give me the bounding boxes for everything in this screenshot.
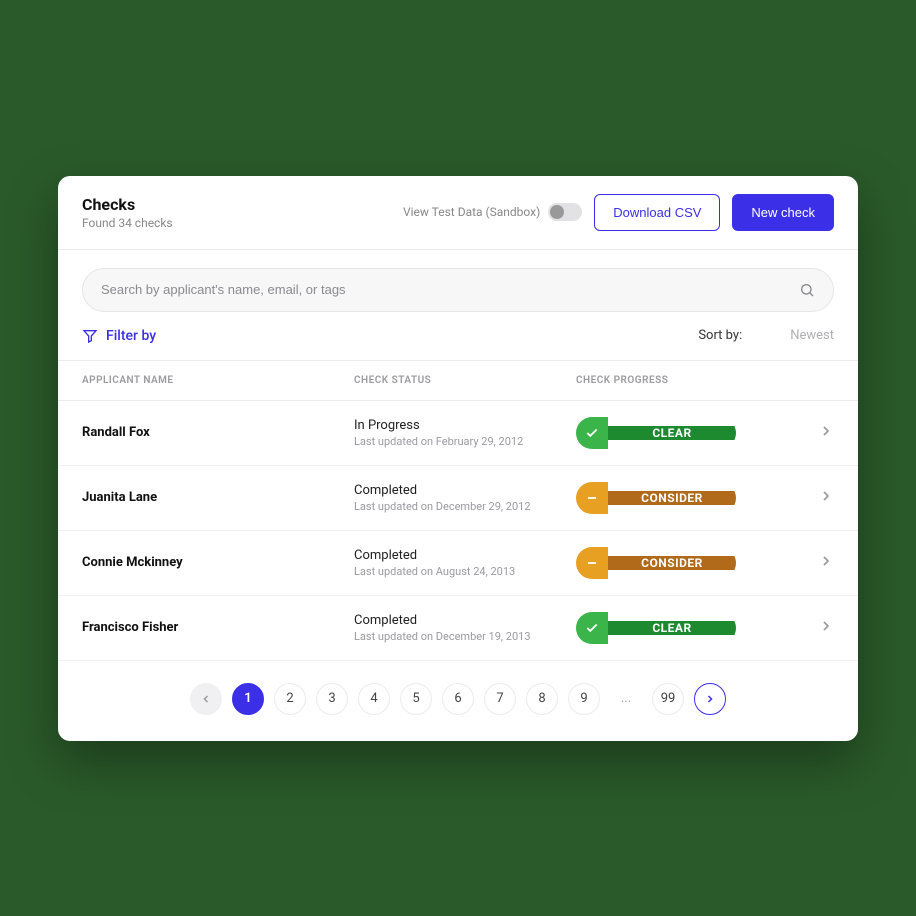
row-chevron-icon[interactable] bbox=[818, 618, 834, 638]
pagination-prev[interactable] bbox=[190, 683, 222, 715]
pagination-page[interactable]: 9 bbox=[568, 683, 600, 715]
header: Checks Found 34 checks View Test Data (S… bbox=[58, 176, 858, 250]
column-header-name: APPLICANT NAME bbox=[82, 375, 342, 386]
column-header-progress: CHECK PROGRESS bbox=[576, 375, 834, 386]
sort-wrap: Sort by: Newest bbox=[698, 328, 834, 343]
progress-badge: CONSIDER bbox=[576, 482, 736, 514]
download-csv-button[interactable]: Download CSV bbox=[594, 194, 720, 231]
pagination: 123456789 ... 99 bbox=[58, 661, 858, 741]
check-status: Completed Last updated on August 24, 2013 bbox=[354, 548, 564, 578]
results-count: Found 34 checks bbox=[82, 216, 173, 230]
table-row[interactable]: Juanita Lane Completed Last updated on Dec… bbox=[58, 466, 858, 531]
progress-badge: CLEAR bbox=[576, 612, 736, 644]
pagination-page[interactable]: 7 bbox=[484, 683, 516, 715]
sort-value[interactable]: Newest bbox=[790, 328, 834, 343]
row-chevron-icon[interactable] bbox=[818, 553, 834, 573]
table-row[interactable]: Connie Mckinney Completed Last updated on … bbox=[58, 531, 858, 596]
column-header-status: CHECK STATUS bbox=[354, 375, 564, 386]
minus-icon bbox=[576, 482, 608, 514]
pagination-page[interactable]: 1 bbox=[232, 683, 264, 715]
check-status: Completed Last updated on December 29, 20… bbox=[354, 483, 564, 513]
new-check-button[interactable]: New check bbox=[732, 194, 834, 231]
progress-badge-text: CONSIDER bbox=[608, 556, 736, 570]
sort-label: Sort by: bbox=[698, 328, 742, 343]
progress-badge-text: CLEAR bbox=[608, 426, 736, 440]
filter-label: Filter by bbox=[106, 328, 156, 344]
search-input[interactable] bbox=[101, 282, 799, 297]
pagination-page[interactable]: 6 bbox=[442, 683, 474, 715]
applicant-name: Connie Mckinney bbox=[82, 555, 342, 570]
filter-sort-bar: Filter by Sort by: Newest bbox=[58, 312, 858, 360]
check-progress: CONSIDER bbox=[576, 547, 834, 579]
check-icon bbox=[576, 417, 608, 449]
pagination-page[interactable]: 2 bbox=[274, 683, 306, 715]
pagination-page[interactable]: 4 bbox=[358, 683, 390, 715]
status-text: Completed bbox=[354, 613, 564, 628]
applicant-name: Juanita Lane bbox=[82, 490, 342, 505]
row-chevron-icon[interactable] bbox=[818, 488, 834, 508]
applicant-name: Randall Fox bbox=[82, 425, 342, 440]
status-updated: Last updated on February 29, 2012 bbox=[354, 435, 564, 448]
search-bar-wrap bbox=[58, 250, 858, 312]
check-status: In Progress Last updated on February 29, … bbox=[354, 418, 564, 448]
pagination-pages: 123456789 bbox=[232, 683, 600, 715]
table-body: Randall Fox In Progress Last updated on Fe… bbox=[58, 401, 858, 661]
progress-badge: CLEAR bbox=[576, 417, 736, 449]
sandbox-toggle[interactable] bbox=[548, 203, 582, 221]
check-icon bbox=[576, 612, 608, 644]
progress-badge-text: CONSIDER bbox=[608, 491, 736, 505]
status-updated: Last updated on December 29, 2012 bbox=[354, 500, 564, 513]
header-left: Checks Found 34 checks bbox=[82, 195, 173, 230]
search-icon bbox=[799, 282, 815, 298]
progress-badge: CONSIDER bbox=[576, 547, 736, 579]
pagination-page[interactable]: 3 bbox=[316, 683, 348, 715]
status-text: Completed bbox=[354, 548, 564, 563]
pagination-page[interactable]: 8 bbox=[526, 683, 558, 715]
header-actions: View Test Data (Sandbox) Download CSV Ne… bbox=[403, 194, 834, 231]
chevron-left-icon bbox=[200, 693, 212, 705]
minus-icon bbox=[576, 547, 608, 579]
status-updated: Last updated on December 19, 2013 bbox=[354, 630, 564, 643]
pagination-last[interactable]: 99 bbox=[652, 683, 684, 715]
check-progress: CLEAR bbox=[576, 612, 834, 644]
table-row[interactable]: Francisco Fisher Completed Last updated on… bbox=[58, 596, 858, 661]
checks-window: Checks Found 34 checks View Test Data (S… bbox=[58, 176, 858, 741]
pagination-ellipsis: ... bbox=[610, 691, 642, 706]
pagination-next[interactable] bbox=[694, 683, 726, 715]
check-progress: CONSIDER bbox=[576, 482, 834, 514]
row-chevron-icon[interactable] bbox=[818, 423, 834, 443]
table-row[interactable]: Randall Fox In Progress Last updated on Fe… bbox=[58, 401, 858, 466]
chevron-right-icon bbox=[704, 693, 716, 705]
table-header: APPLICANT NAME CHECK STATUS CHECK PROGRE… bbox=[58, 360, 858, 401]
filter-button[interactable]: Filter by bbox=[82, 328, 156, 344]
status-text: Completed bbox=[354, 483, 564, 498]
sandbox-toggle-wrap: View Test Data (Sandbox) bbox=[403, 203, 582, 221]
status-text: In Progress bbox=[354, 418, 564, 433]
check-progress: CLEAR bbox=[576, 417, 834, 449]
filter-icon bbox=[82, 328, 98, 344]
check-status: Completed Last updated on December 19, 20… bbox=[354, 613, 564, 643]
pagination-page[interactable]: 5 bbox=[400, 683, 432, 715]
search-bar[interactable] bbox=[82, 268, 834, 312]
progress-badge-text: CLEAR bbox=[608, 621, 736, 635]
applicant-name: Francisco Fisher bbox=[82, 620, 342, 635]
page-title: Checks bbox=[82, 195, 173, 214]
status-updated: Last updated on August 24, 2013 bbox=[354, 565, 564, 578]
sandbox-toggle-label: View Test Data (Sandbox) bbox=[403, 205, 540, 219]
